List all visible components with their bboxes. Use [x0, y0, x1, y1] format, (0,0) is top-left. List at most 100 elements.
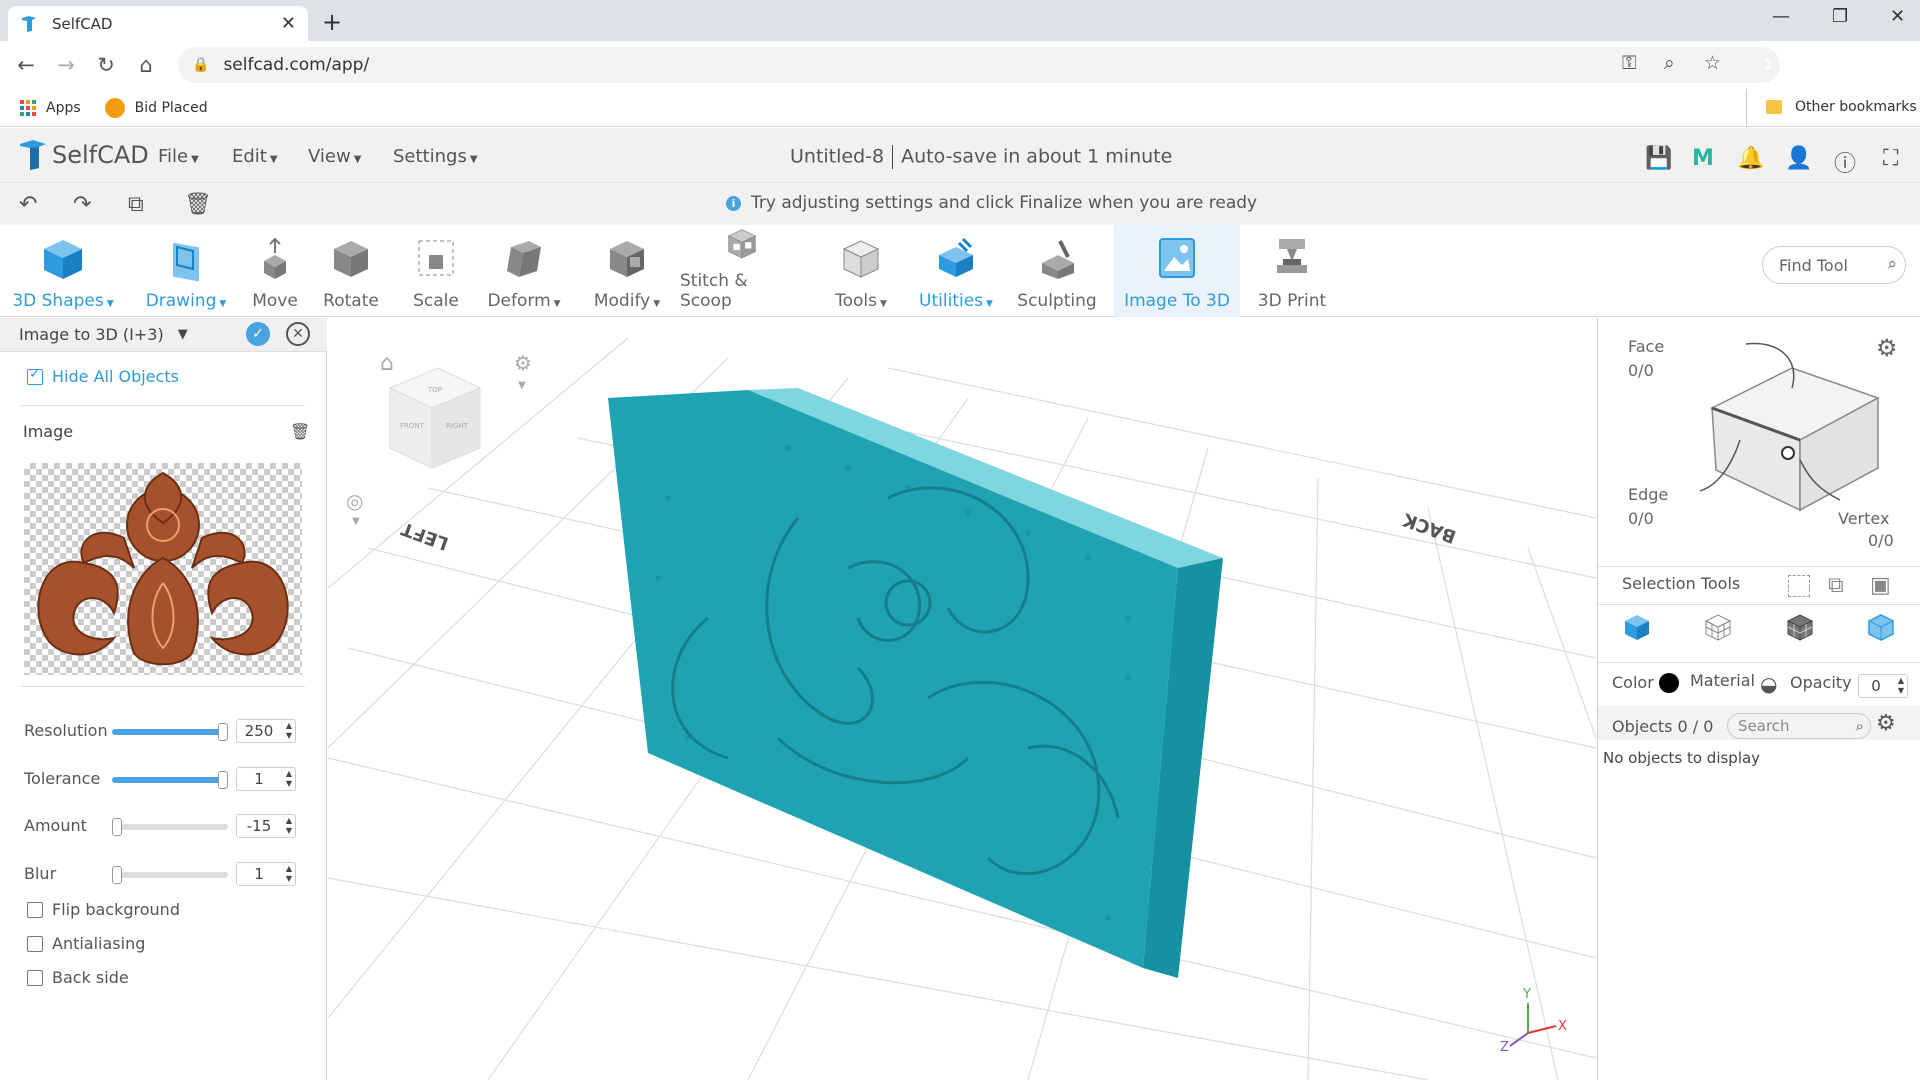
image-to-3d-model[interactable]	[608, 388, 1223, 978]
url-text: selfcad.com/app/	[223, 55, 370, 75]
finalize-check-button[interactable]: ✓	[246, 322, 270, 346]
amount-slider[interactable]	[112, 818, 228, 836]
tool-scale[interactable]: Scale	[400, 225, 472, 317]
tool-drawing[interactable]: Drawing ▼	[138, 225, 234, 317]
tolerance-slider-handle[interactable]	[218, 771, 228, 789]
back-arrow-icon[interactable]: ←	[6, 45, 46, 85]
objects-search-input[interactable]: Search ⌕	[1727, 713, 1871, 739]
objects-settings-gear-icon[interactable]: ⚙	[1876, 711, 1896, 736]
resolution-stepper[interactable]: 250 ▲ ▼	[236, 719, 296, 743]
menu-file[interactable]: File ▼	[158, 146, 199, 167]
amount-slider-handle[interactable]	[112, 818, 122, 836]
zoom-icon[interactable]: ⌕	[1664, 52, 1675, 74]
material-sphere-icon[interactable]: ◒	[1760, 672, 1777, 696]
profile-avatar[interactable]: B	[1848, 53, 1872, 77]
tool-tools[interactable]: Tools ▼	[822, 225, 900, 317]
tool-stitch-scoop[interactable]: Stitch & Scoop	[680, 225, 804, 317]
search-icon[interactable]: ⌕	[1856, 717, 1864, 735]
svg-text:Y: Y	[1522, 987, 1531, 1002]
select-all-icon[interactable]: ▣	[1870, 573, 1891, 598]
menu-edit[interactable]: Edit ▼	[232, 146, 278, 167]
back-side-checkbox[interactable]: Back side	[27, 968, 129, 987]
wireframe-view-icon[interactable]	[1703, 612, 1733, 642]
checkbox-checked-icon[interactable]	[27, 366, 43, 385]
solid-view-icon[interactable]	[1622, 612, 1652, 642]
scene-canvas[interactable]: TOP FRONT RIGHT ⌂ ⚙ ▼ ◎ ▼ LEFT BACK Y X …	[328, 318, 1596, 1080]
tool-utilities[interactable]: Utilities ▼	[910, 225, 1002, 317]
autosave-status: Auto-save in about 1 minute	[901, 145, 1173, 168]
browser-tab[interactable]: SelfCAD ✕	[8, 6, 308, 41]
blur-slider[interactable]	[112, 866, 228, 884]
tool-move[interactable]: Move	[244, 225, 306, 317]
flip-background-checkbox[interactable]: Flip background	[27, 900, 180, 919]
find-tool-input[interactable]: Find Tool ⌕	[1762, 246, 1906, 284]
url-bar[interactable]: 🔒 selfcad.com/app/	[178, 47, 1780, 83]
tolerance-stepper[interactable]: 1 ▲ ▼	[236, 767, 296, 791]
opacity-stepper[interactable]: 0 ▲ ▼	[1858, 674, 1908, 698]
user-icon[interactable]: 👤	[1785, 146, 1812, 171]
tool-sculpting[interactable]: Sculpting	[1012, 225, 1102, 317]
tool-3d-shapes[interactable]: 3D Shapes ▼	[10, 225, 116, 317]
bookmark-apps[interactable]: Apps	[46, 100, 81, 116]
hide-all-objects-checkbox[interactable]: Hide All Objects	[27, 366, 179, 386]
material-label: Material	[1690, 671, 1755, 690]
mesh-view-icon[interactable]	[1785, 612, 1815, 642]
resolution-slider[interactable]	[112, 723, 228, 741]
tool-3d-print[interactable]: 3D Print	[1250, 225, 1334, 317]
box-select-icon[interactable]	[1788, 575, 1810, 597]
minimize-icon[interactable]: —	[1772, 6, 1790, 27]
blur-slider-handle[interactable]	[112, 866, 122, 884]
tool-icon-0	[44, 240, 82, 279]
star-icon[interactable]: ☆	[1704, 52, 1721, 74]
menu-settings[interactable]: Settings ▼	[393, 146, 478, 167]
doc-name[interactable]: Untitled-8	[790, 146, 884, 168]
panel-dropdown-icon[interactable]: ▼	[178, 327, 188, 342]
tool-modify[interactable]: Modify ▼	[584, 225, 670, 317]
delete-icon[interactable]: 🗑	[184, 192, 212, 217]
reload-icon[interactable]: ↻	[86, 45, 126, 85]
m-brand-icon[interactable]: M	[1692, 146, 1714, 171]
color-swatch[interactable]	[1659, 673, 1679, 693]
key-icon[interactable]: ⚿	[1622, 52, 1636, 74]
tool-icon-4	[418, 240, 454, 276]
home-icon[interactable]: ⌂	[126, 45, 166, 85]
select-connected-icon[interactable]: ⧉	[1828, 573, 1844, 598]
tool-rotate[interactable]: Rotate	[320, 225, 382, 317]
info-icon[interactable]: ⓘ	[1834, 146, 1856, 178]
restore-icon[interactable]: ❐	[1832, 6, 1848, 27]
extension-icon-1[interactable]: 1	[1756, 53, 1780, 77]
blur-stepper[interactable]: 1 ▲ ▼	[236, 862, 296, 886]
redo-icon[interactable]: ↷	[73, 192, 91, 217]
xray-view-icon[interactable]	[1866, 612, 1896, 642]
search-icon[interactable]: ⌕	[1887, 254, 1897, 274]
copy-icon[interactable]: ⧉	[128, 192, 144, 217]
view-cube[interactable]: TOP FRONT RIGHT	[388, 367, 482, 469]
other-bookmarks[interactable]: Other bookmarks	[1795, 99, 1917, 115]
extension-icon-red[interactable]: ●	[1888, 53, 1912, 77]
forward-arrow-icon[interactable]: →	[46, 45, 86, 85]
bell-icon[interactable]: 🔔	[1737, 146, 1764, 171]
antialiasing-checkbox[interactable]: Antialiasing	[27, 934, 145, 953]
no-objects-message: No objects to display	[1603, 749, 1761, 767]
menu-view[interactable]: View ▼	[308, 146, 361, 167]
close-window-icon[interactable]: ✕	[1890, 6, 1905, 27]
bookmark-bid-placed[interactable]: Bid Placed	[135, 100, 208, 116]
close-tab-icon[interactable]: ✕	[281, 13, 296, 34]
remove-image-icon[interactable]: 🗑	[290, 422, 310, 441]
3d-viewport[interactable]: TOP FRONT RIGHT ⌂ ⚙ ▼ ◎ ▼ LEFT BACK Y X …	[328, 318, 1596, 1080]
source-image-thumbnail[interactable]	[24, 463, 302, 675]
amount-stepper[interactable]: -15 ▲ ▼	[236, 814, 296, 838]
tool-icon-11	[1159, 238, 1195, 278]
fullscreen-icon[interactable]: ⛶	[1883, 146, 1898, 171]
cancel-x-button[interactable]: ✕	[286, 322, 310, 346]
resolution-slider-handle[interactable]	[218, 723, 228, 741]
selfcad-logo-icon	[20, 140, 46, 170]
left-axis-label: LEFT	[398, 517, 451, 554]
save-icon[interactable]: 💾	[1645, 146, 1672, 171]
tolerance-slider[interactable]	[112, 771, 228, 789]
undo-icon[interactable]: ↶	[19, 192, 37, 217]
tool-deform[interactable]: Deform ▼	[482, 225, 566, 317]
tool-image-to-3d[interactable]: Image To 3D	[1114, 225, 1240, 317]
new-tab-icon[interactable]: +	[322, 8, 342, 36]
extension-icon-k[interactable]: K	[1794, 53, 1818, 77]
